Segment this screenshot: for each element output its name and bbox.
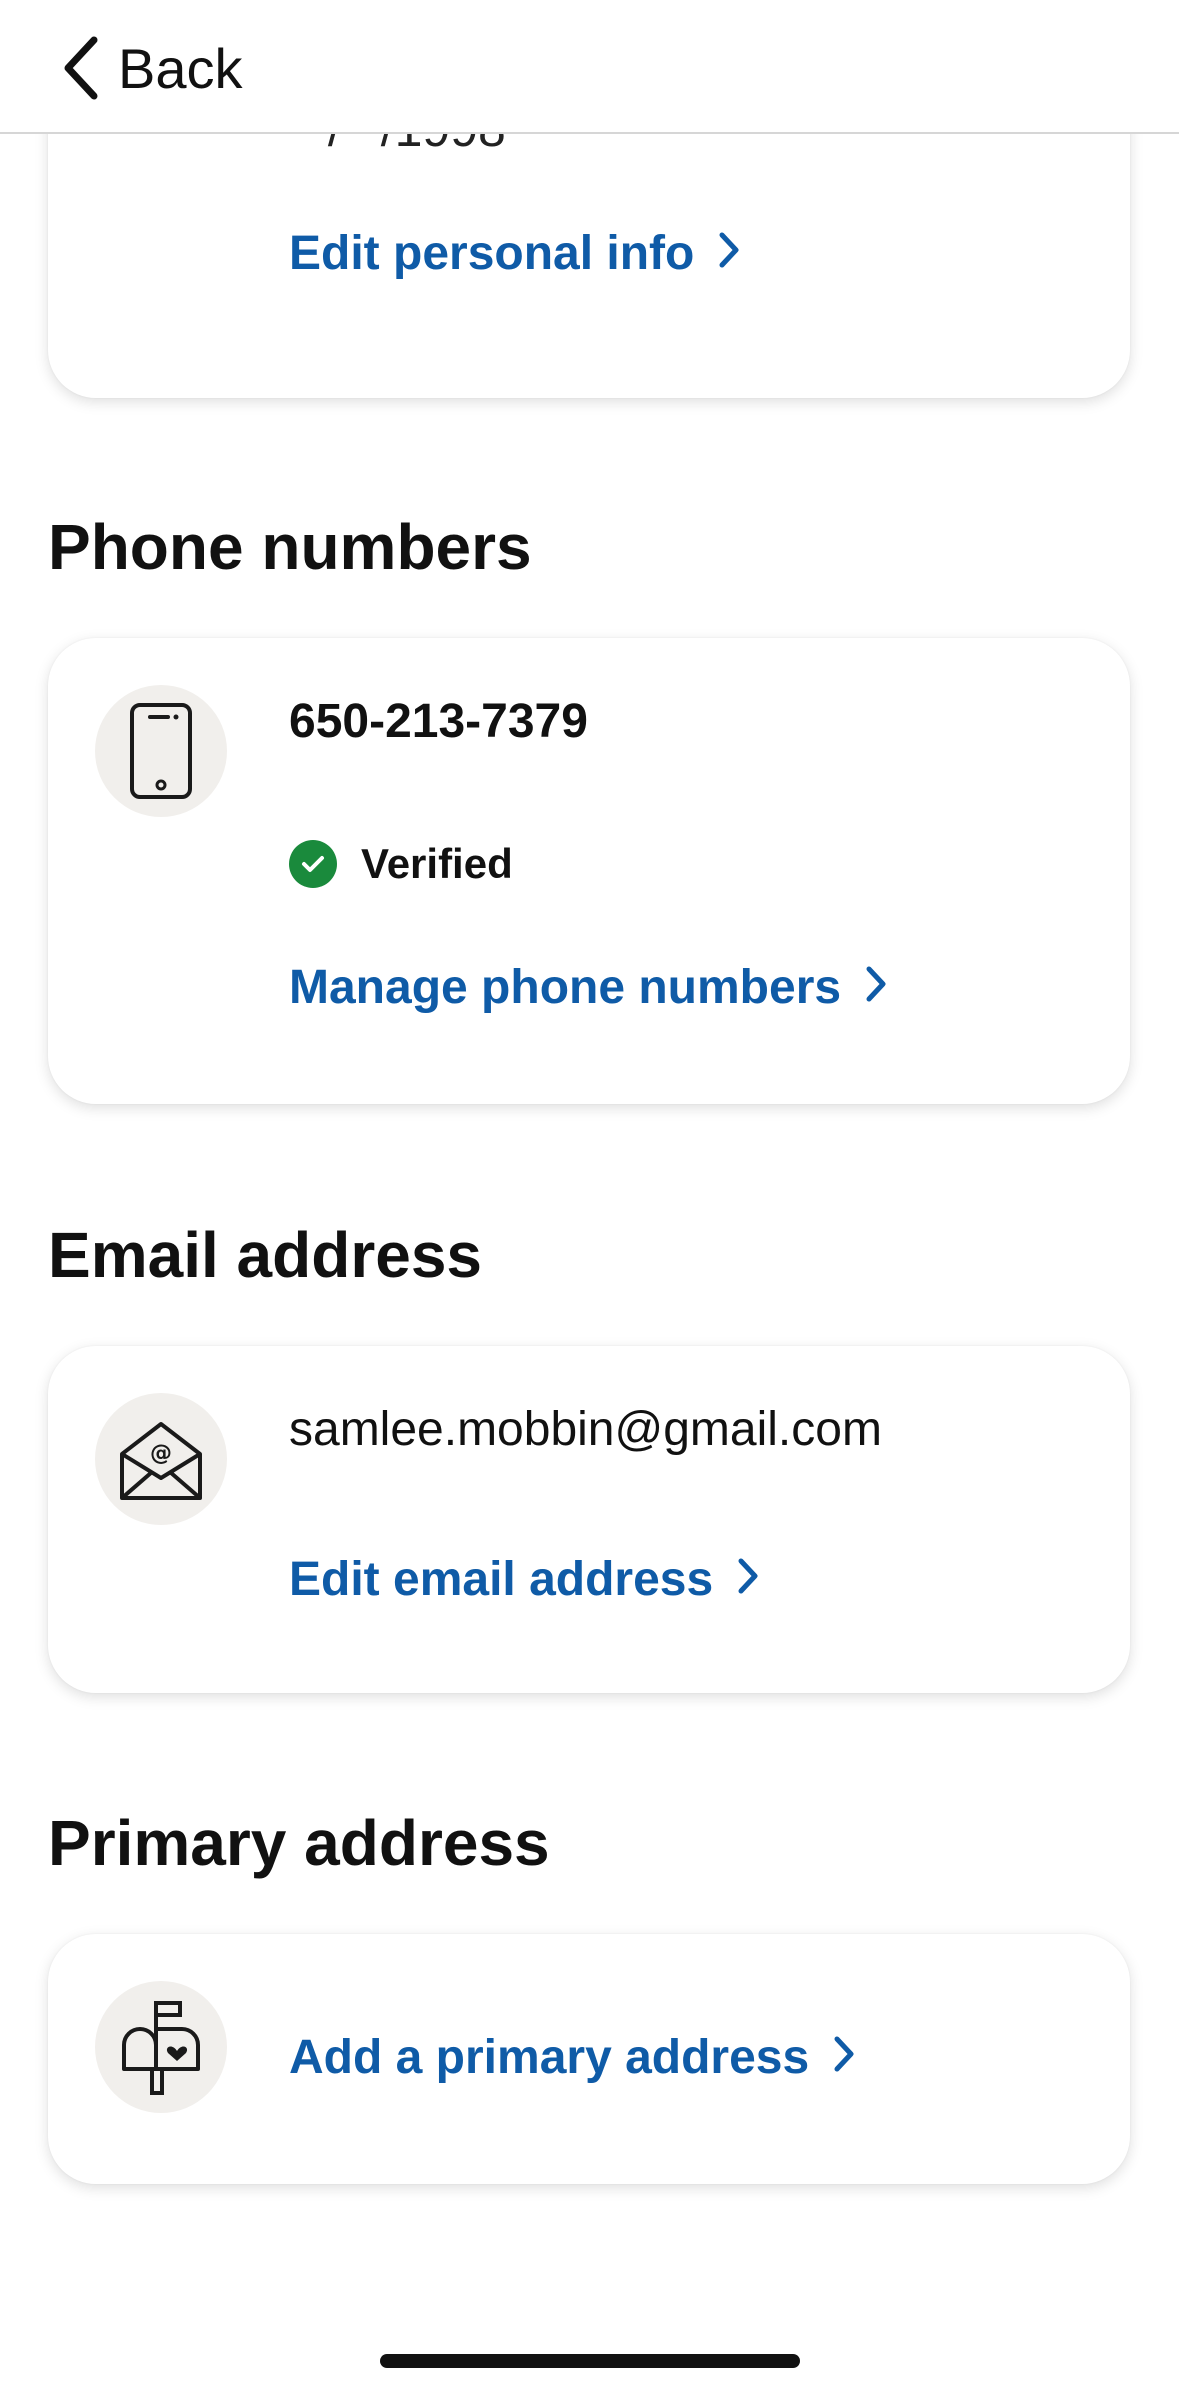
primary-address-card: Add a primary address: [48, 1934, 1130, 2184]
phone-numbers-heading: Phone numbers: [48, 511, 532, 583]
verified-status: Verified: [289, 840, 513, 888]
edit-personal-info-label: Edit personal info: [289, 227, 695, 280]
email-address-card: @ samlee.mobbin@gmail.com Edit email add…: [48, 1346, 1130, 1693]
chevron-right-icon: [809, 2030, 855, 2085]
chevron-right-icon: [713, 1552, 759, 1607]
top-nav-bar: Back: [0, 0, 1179, 134]
email-value: samlee.mobbin@gmail.com: [289, 1403, 882, 1456]
manage-phone-numbers-label: Manage phone numbers: [289, 961, 842, 1014]
back-button[interactable]: Back: [60, 36, 243, 100]
phone-numbers-card: 650-213-7379 Verified Manage phone numbe…: [48, 638, 1130, 1104]
svg-text:@: @: [150, 1441, 172, 1466]
verified-label: Verified: [361, 840, 513, 887]
edit-email-address-label: Edit email address: [289, 1553, 714, 1606]
chevron-left-icon: [60, 36, 100, 100]
add-primary-address-link[interactable]: Add a primary address: [289, 2030, 855, 2085]
edit-email-address-link[interactable]: Edit email address: [289, 1552, 759, 1607]
email-address-heading: Email address: [48, 1219, 482, 1291]
back-label: Back: [118, 36, 243, 100]
chevron-right-icon: [841, 960, 887, 1015]
chevron-right-icon: [694, 226, 740, 281]
add-primary-address-label: Add a primary address: [289, 2031, 810, 2084]
home-indicator: [380, 2354, 800, 2368]
primary-address-heading: Primary address: [48, 1807, 550, 1879]
mailbox-icon: [95, 1981, 227, 2113]
manage-phone-numbers-link[interactable]: Manage phone numbers: [289, 960, 887, 1015]
edit-personal-info-link[interactable]: Edit personal info: [289, 226, 740, 281]
mobile-phone-icon: [95, 685, 227, 817]
envelope-at-icon: @: [95, 1393, 227, 1525]
phone-number-value: 650-213-7379: [289, 695, 588, 748]
check-circle-icon: [289, 840, 337, 888]
